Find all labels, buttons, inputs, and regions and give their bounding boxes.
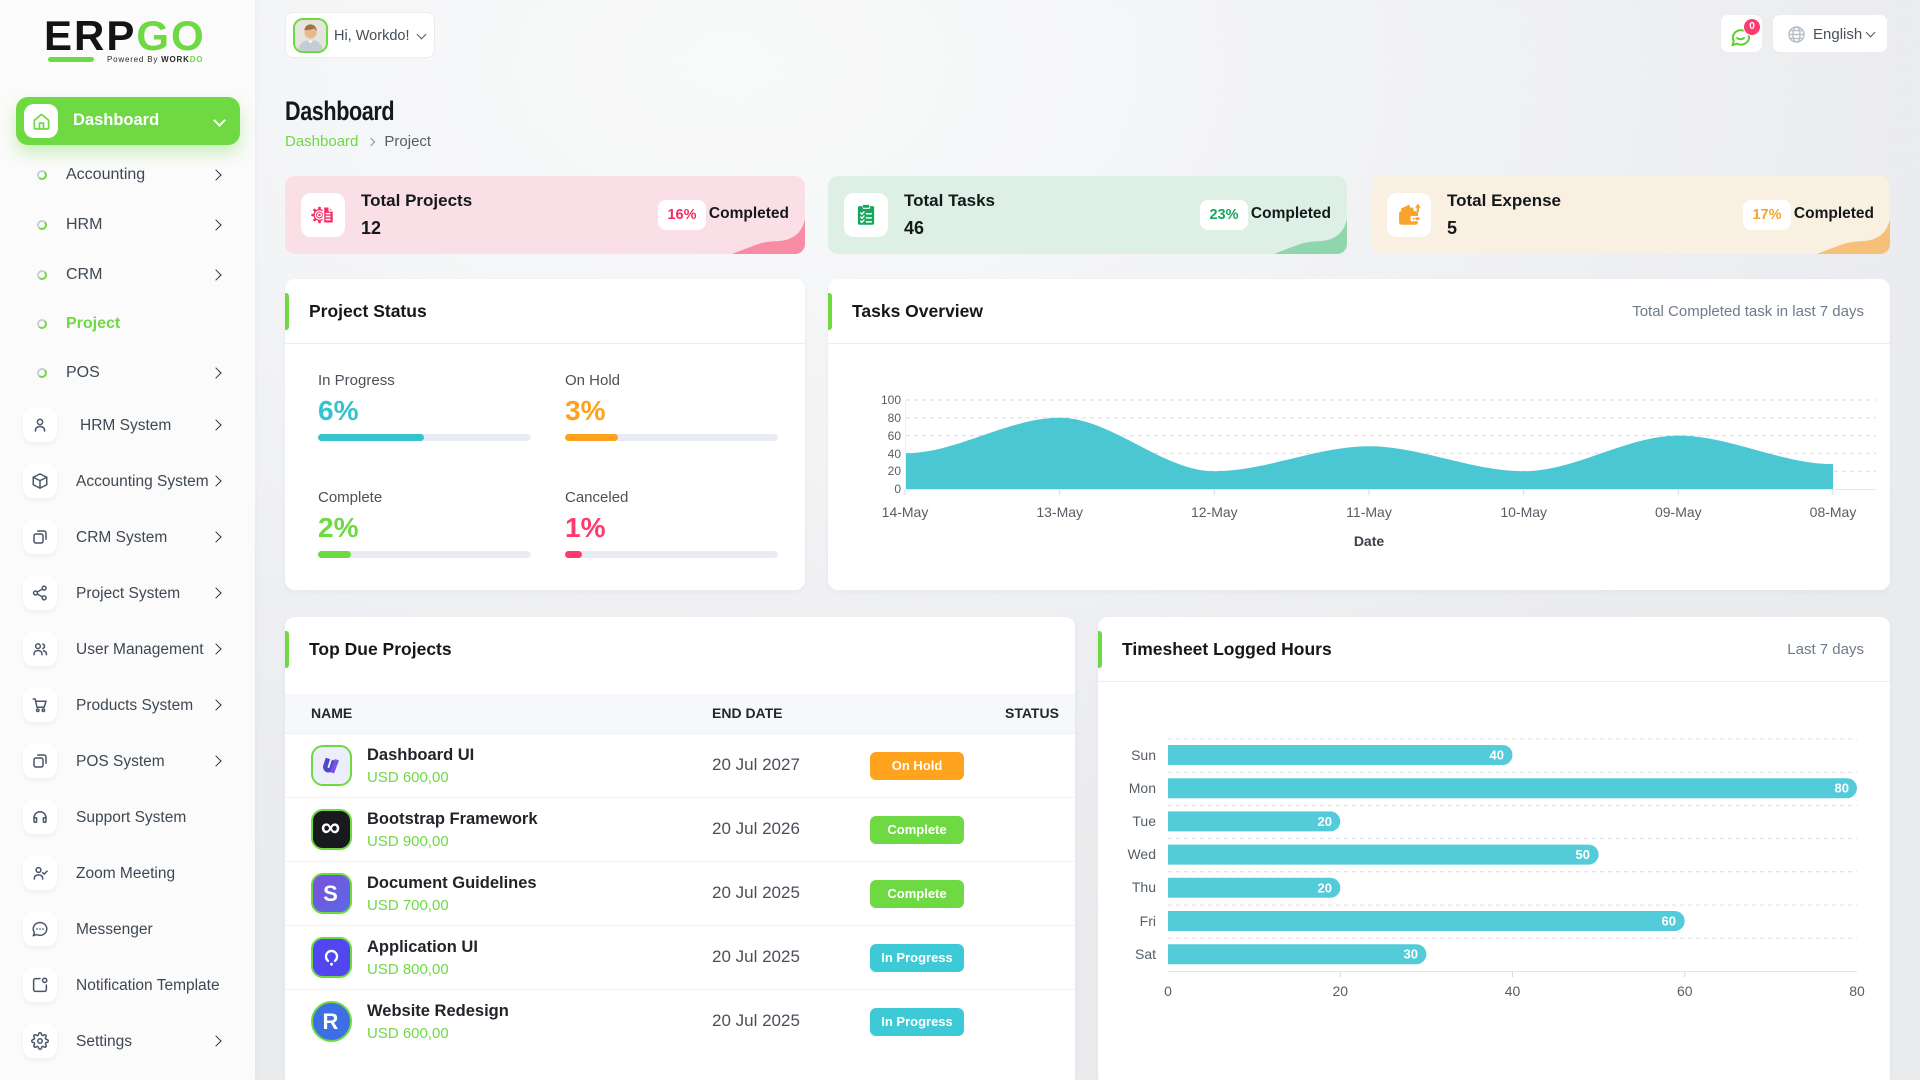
svg-text:20: 20 (1318, 880, 1332, 895)
svg-text:80: 80 (888, 411, 902, 425)
svg-text:13-May: 13-May (1036, 504, 1083, 520)
svg-text:60: 60 (1662, 914, 1676, 929)
svg-text:10-May: 10-May (1500, 504, 1547, 520)
svg-text:Fri: Fri (1140, 913, 1156, 929)
svg-text:Sat: Sat (1135, 946, 1156, 962)
svg-text:0: 0 (894, 482, 901, 496)
svg-text:100: 100 (881, 393, 901, 407)
svg-text:60: 60 (1677, 983, 1693, 999)
svg-text:30: 30 (1404, 947, 1418, 962)
svg-text:20: 20 (888, 464, 902, 478)
svg-text:80: 80 (1835, 781, 1849, 796)
svg-text:20: 20 (1333, 983, 1349, 999)
svg-text:40: 40 (1490, 748, 1504, 763)
svg-text:08-May: 08-May (1810, 504, 1857, 520)
svg-text:Date: Date (1354, 533, 1385, 549)
svg-text:Sun: Sun (1131, 747, 1156, 763)
svg-text:80: 80 (1849, 983, 1865, 999)
svg-text:Mon: Mon (1129, 780, 1156, 796)
svg-text:09-May: 09-May (1655, 504, 1702, 520)
svg-text:40: 40 (888, 447, 902, 461)
svg-text:Tue: Tue (1132, 813, 1156, 829)
svg-text:20: 20 (1318, 814, 1332, 829)
svg-text:14-May: 14-May (882, 504, 929, 520)
svg-text:Wed: Wed (1127, 846, 1156, 862)
svg-text:Thu: Thu (1132, 879, 1156, 895)
svg-text:50: 50 (1576, 847, 1590, 862)
svg-text:11-May: 11-May (1346, 504, 1392, 520)
svg-text:40: 40 (1505, 983, 1521, 999)
svg-text:12-May: 12-May (1191, 504, 1238, 520)
svg-text:0: 0 (1164, 983, 1172, 999)
svg-text:60: 60 (888, 429, 902, 443)
